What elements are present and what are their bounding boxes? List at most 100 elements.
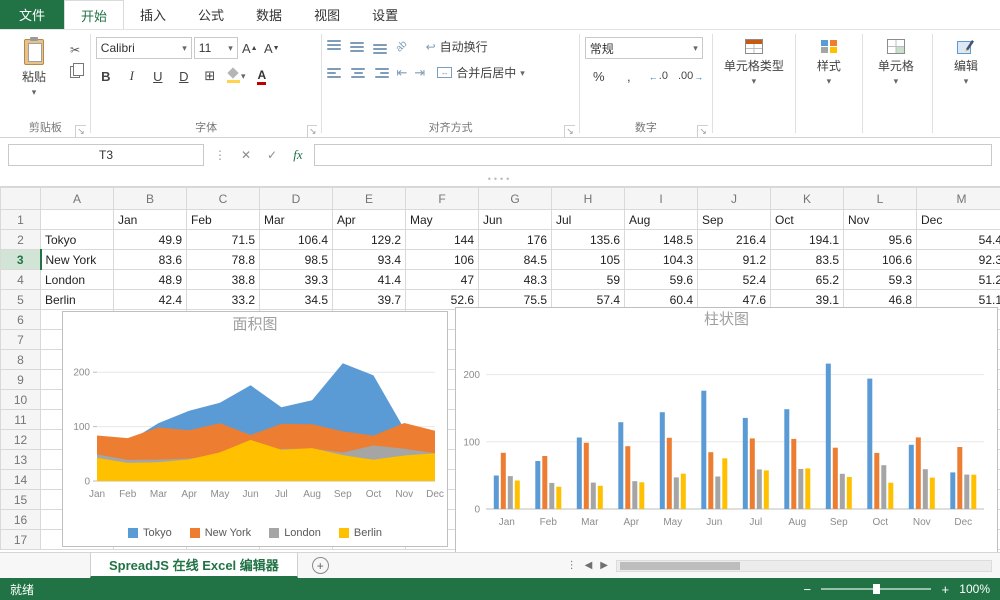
cut-button[interactable]: ✂ bbox=[66, 42, 84, 58]
align-right-button[interactable] bbox=[373, 66, 390, 80]
cell[interactable]: Nov bbox=[843, 209, 917, 230]
cell[interactable]: Dec bbox=[916, 209, 1000, 230]
paste-button[interactable]: 粘贴 ▾ bbox=[6, 34, 62, 119]
cell[interactable]: Feb bbox=[186, 209, 260, 230]
cell[interactable]: Aug bbox=[624, 209, 698, 230]
cell[interactable]: 71.5 bbox=[186, 229, 260, 250]
cell[interactable]: 194.1 bbox=[770, 229, 844, 250]
legend-item[interactable]: Tokyo bbox=[127, 527, 172, 539]
cell[interactable]: Berlin bbox=[40, 289, 114, 310]
cell[interactable]: 48.3 bbox=[478, 269, 552, 290]
row-header-7[interactable]: 7 bbox=[0, 329, 41, 350]
align-center-button[interactable] bbox=[350, 66, 366, 80]
column-header-F[interactable]: F bbox=[405, 187, 479, 210]
cell[interactable]: 78.8 bbox=[186, 249, 260, 270]
name-box-menu-icon[interactable]: ⋮ bbox=[210, 148, 230, 162]
cell[interactable]: 129.2 bbox=[332, 229, 406, 250]
cell[interactable]: 84.5 bbox=[478, 249, 552, 270]
decrease-indent-button[interactable]: ⇤ bbox=[396, 65, 407, 81]
column-header-H[interactable]: H bbox=[551, 187, 625, 210]
area-chart[interactable]: 面积图 0 100 200 Jan Feb Mar Apr May Jun Jul Aug Sep Oc… bbox=[62, 311, 448, 547]
cell[interactable]: 93.4 bbox=[332, 249, 406, 270]
column-header-L[interactable]: L bbox=[843, 187, 917, 210]
menu-tab-1[interactable]: 插入 bbox=[124, 0, 182, 29]
align-top-button[interactable] bbox=[327, 39, 343, 54]
cell[interactable]: 59 bbox=[551, 269, 625, 290]
cell[interactable]: 98.5 bbox=[259, 249, 333, 270]
name-box[interactable]: T3 bbox=[8, 144, 204, 166]
cell[interactable]: 47 bbox=[405, 269, 479, 290]
wrap-text-button[interactable]: ↩ 自动换行 bbox=[423, 37, 491, 56]
column-header-J[interactable]: J bbox=[697, 187, 771, 210]
increase-indent-button[interactable]: ⇥ bbox=[414, 65, 425, 81]
insert-function-button[interactable]: fx bbox=[288, 147, 308, 163]
merge-center-button[interactable]: ↔ 合并后居中 ▾ bbox=[434, 63, 528, 82]
cell[interactable]: 48.9 bbox=[113, 269, 187, 290]
style-button[interactable]: 样式 ▾ bbox=[801, 34, 857, 86]
cell[interactable]: London bbox=[40, 269, 114, 290]
column-header-K[interactable]: K bbox=[770, 187, 844, 210]
column-header-D[interactable]: D bbox=[259, 187, 333, 210]
select-all-corner[interactable] bbox=[0, 187, 41, 210]
cell[interactable]: Apr bbox=[332, 209, 406, 230]
cell[interactable]: 42.4 bbox=[113, 289, 187, 310]
cell[interactable]: 59.6 bbox=[624, 269, 698, 290]
alignment-dialog-launcher[interactable]: ↘ bbox=[564, 125, 575, 137]
cell[interactable]: 135.6 bbox=[551, 229, 625, 250]
legend-item[interactable]: New York bbox=[189, 527, 251, 539]
cell[interactable]: 83.5 bbox=[770, 249, 844, 270]
cell[interactable]: 106.6 bbox=[843, 249, 917, 270]
cell[interactable]: 106.4 bbox=[259, 229, 333, 250]
row-header-10[interactable]: 10 bbox=[0, 389, 41, 410]
row-header-4[interactable]: 4 bbox=[0, 269, 41, 290]
cell-type-button[interactable]: 单元格类型 ▾ bbox=[718, 34, 790, 86]
text-orientation-button[interactable]: ab bbox=[394, 39, 410, 55]
cell[interactable]: Jan bbox=[113, 209, 187, 230]
menu-tab-5[interactable]: 设置 bbox=[356, 0, 414, 29]
confirm-button[interactable]: ✓ bbox=[262, 148, 282, 162]
align-middle-button[interactable] bbox=[350, 40, 366, 54]
align-bottom-button[interactable] bbox=[373, 40, 389, 54]
percent-style-button[interactable]: % bbox=[589, 66, 609, 86]
menu-tab-2[interactable]: 公式 bbox=[182, 0, 240, 29]
cell[interactable]: Tokyo bbox=[40, 229, 114, 250]
italic-button[interactable]: I bbox=[122, 66, 142, 86]
row-header-16[interactable]: 16 bbox=[0, 509, 41, 530]
comma-style-button[interactable]: , bbox=[619, 66, 639, 86]
row-header-12[interactable]: 12 bbox=[0, 429, 41, 450]
font-dialog-launcher[interactable]: ↘ bbox=[306, 125, 318, 137]
cell[interactable]: Jun bbox=[478, 209, 552, 230]
row-header-9[interactable]: 9 bbox=[0, 369, 41, 390]
cell[interactable]: 83.6 bbox=[113, 249, 187, 270]
column-header-A[interactable]: A bbox=[40, 187, 114, 210]
column-chart[interactable]: 柱状图 0 100 200 Jan Feb Mar Apr May Jun Jul Aug Sep Oc… bbox=[455, 307, 998, 552]
cell[interactable]: 51.2 bbox=[916, 269, 1000, 290]
increase-font-button[interactable]: A ▲ bbox=[240, 38, 260, 58]
editing-button[interactable]: 编辑 ▾ bbox=[938, 34, 994, 86]
column-header-I[interactable]: I bbox=[624, 187, 698, 210]
sheet-list-icon[interactable]: ⋮ bbox=[567, 560, 577, 571]
cell[interactable]: 176 bbox=[478, 229, 552, 250]
row-header-11[interactable]: 11 bbox=[0, 409, 41, 430]
cell[interactable]: 49.9 bbox=[113, 229, 187, 250]
bold-button[interactable]: B bbox=[96, 66, 116, 86]
file-menu-button[interactable]: 文件 bbox=[0, 0, 64, 29]
row-header-3[interactable]: 3 bbox=[0, 249, 42, 270]
column-header-E[interactable]: E bbox=[332, 187, 406, 210]
cell[interactable]: 216.4 bbox=[697, 229, 771, 250]
number-dialog-launcher[interactable]: ↘ bbox=[697, 125, 708, 137]
decrease-font-button[interactable]: A ▼ bbox=[262, 38, 282, 58]
horizontal-scrollbar-thumb[interactable] bbox=[620, 561, 740, 570]
align-left-button[interactable] bbox=[327, 66, 343, 80]
cell[interactable]: 38.8 bbox=[186, 269, 260, 290]
copy-button[interactable] bbox=[66, 63, 84, 80]
menu-tab-0[interactable]: 开始 bbox=[64, 0, 125, 29]
column-header-G[interactable]: G bbox=[478, 187, 552, 210]
legend-item[interactable]: Berlin bbox=[338, 527, 382, 539]
cell[interactable]: 59.3 bbox=[843, 269, 917, 290]
cell[interactable]: 144 bbox=[405, 229, 479, 250]
row-header-13[interactable]: 13 bbox=[0, 449, 41, 470]
cell[interactable]: 95.6 bbox=[843, 229, 917, 250]
cell[interactable]: May bbox=[405, 209, 479, 230]
cell[interactable]: 105 bbox=[551, 249, 625, 270]
